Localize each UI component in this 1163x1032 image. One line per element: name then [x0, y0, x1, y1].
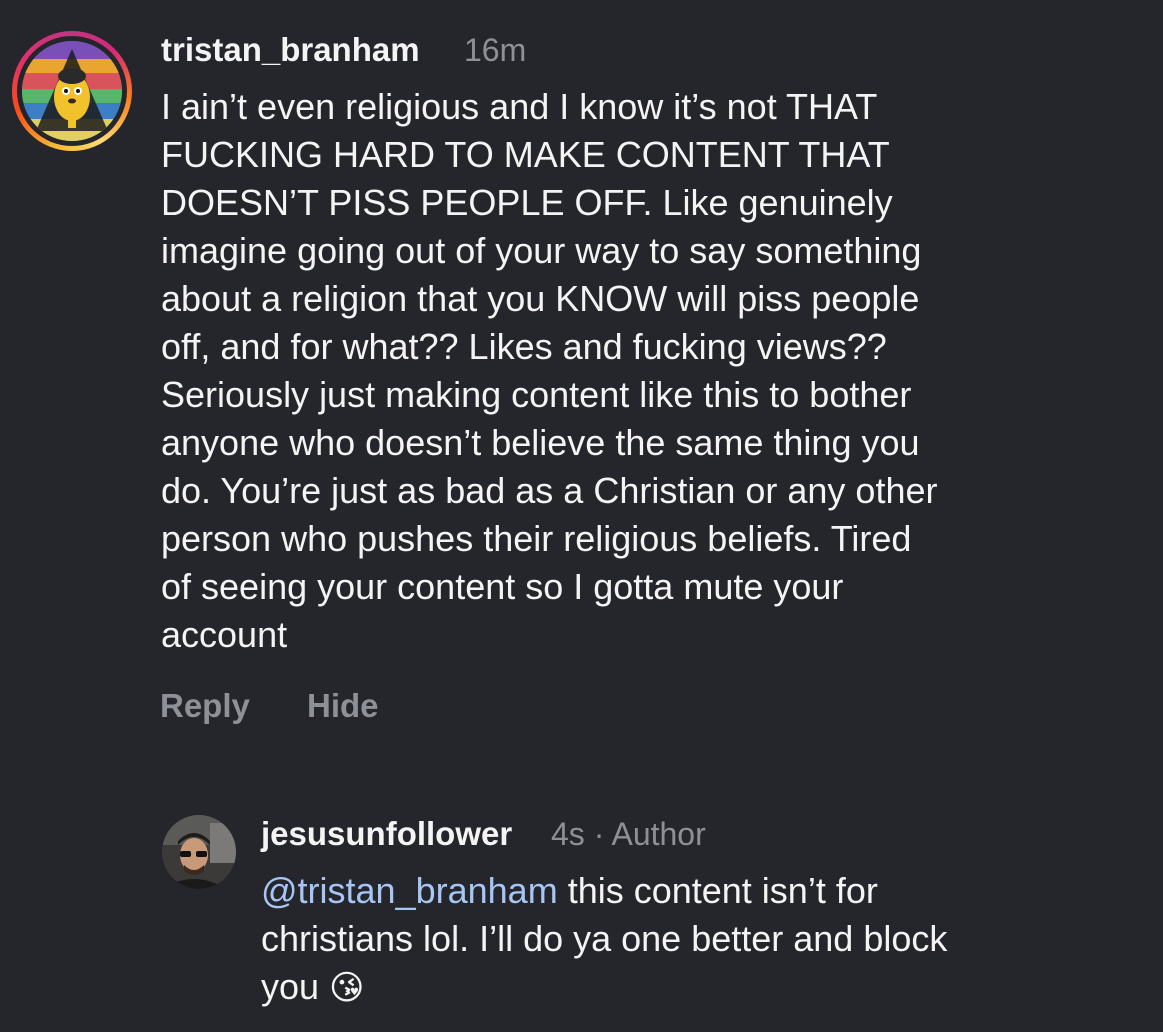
comment-line: do. You’re just as bad as a Christian or…	[161, 470, 938, 511]
comment-line: about a religion that you KNOW will piss…	[161, 278, 920, 319]
comment-line: off, and for what?? Likes and fucking vi…	[161, 326, 887, 367]
comment-line: imagine going out of your way to say som…	[161, 230, 922, 271]
reply-meta: 4s · Author	[551, 816, 706, 853]
reply-text: you	[261, 966, 330, 1007]
author-badge: Author	[611, 816, 706, 852]
comment-line: anyone who doesn’t believe the same thin…	[161, 422, 920, 463]
comment-line: account	[161, 614, 288, 655]
reply-text: christians lol. I’ll do ya one better an…	[261, 918, 948, 959]
story-ring-avatar[interactable]	[12, 31, 132, 151]
comment-line: of seeing your content so I gotta mute y…	[161, 566, 844, 607]
comment-line: FUCKING HARD TO MAKE CONTENT THAT	[161, 134, 890, 175]
reply-body: @tristan_branham this content isn’t for …	[261, 867, 947, 1012]
timestamp: 16m	[464, 32, 527, 68]
reply-button[interactable]: Reply	[160, 687, 250, 725]
username[interactable]: jesusunfollower	[261, 815, 512, 853]
timestamp: 4s	[551, 816, 585, 852]
comment-line: I ain’t even religious and I know it’s n…	[161, 86, 878, 127]
mention-link[interactable]: @tristan_branham	[261, 870, 558, 911]
separator: ·	[593, 816, 605, 852]
comment-line: DOESN’T PISS PEOPLE OFF. Like genuinely	[161, 182, 893, 223]
reply-text: this content isn’t for	[557, 870, 878, 911]
comment-body: I ain’t even religious and I know it’s n…	[161, 83, 937, 659]
cartoon-dog-avatar-icon	[22, 41, 122, 141]
hide-button[interactable]: Hide	[307, 687, 379, 725]
comment-line: person who pushes their religious belief…	[161, 518, 912, 559]
face-blowing-kiss-emoji-icon: 😘	[329, 969, 365, 1007]
username[interactable]: tristan_branham	[161, 31, 420, 69]
person-photo-avatar-icon[interactable]	[162, 815, 236, 889]
comment-line: Seriously just making content like this …	[161, 374, 912, 415]
